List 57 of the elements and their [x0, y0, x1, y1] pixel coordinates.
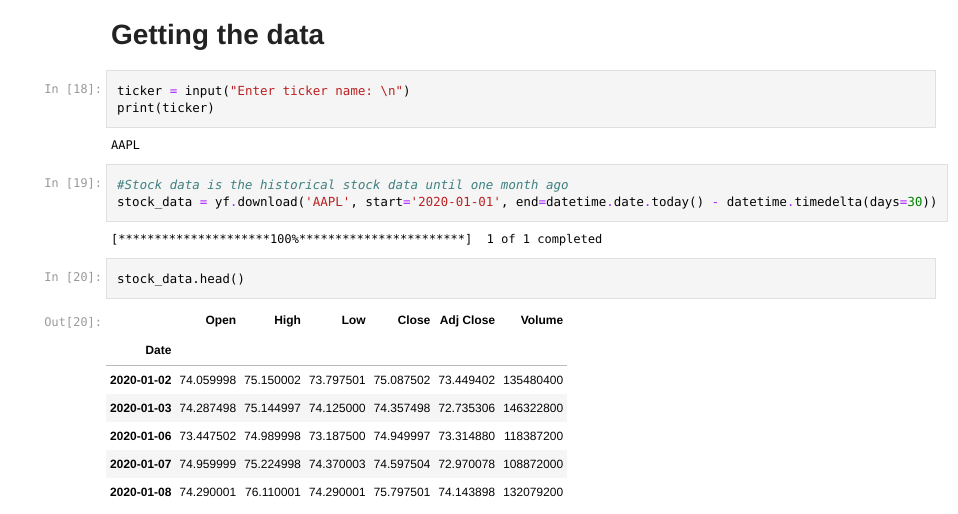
row-index: 2020-01-03 [106, 394, 176, 422]
table-cell: 74.125000 [304, 394, 370, 422]
code-line: stock_data.head() [117, 270, 246, 287]
table-cell: 73.314880 [434, 422, 500, 450]
table-cell: 146322800 [499, 394, 568, 422]
column-header: Adj Close [438, 312, 496, 329]
code-line: stock_data = yf.download('AAPL', start='2020-01-01', end=datetime.date.today() - datetime.timedelta(days=30)) [117, 193, 938, 210]
code-line: print(ticker) [117, 99, 216, 116]
table-cell: 135480400 [499, 366, 568, 394]
output-prompt: Out[20]: [43, 314, 103, 331]
column-header: Volume [520, 312, 564, 329]
table-cell: 74.287498 [175, 394, 240, 422]
table-cell: 72.970078 [434, 450, 500, 478]
table-cell: 74.959999 [175, 450, 240, 478]
table-cell: 75.224998 [240, 450, 305, 478]
row-index: 2020-01-02 [106, 366, 176, 394]
table-cell: 108872000 [499, 450, 568, 478]
table-cell: 118387200 [499, 422, 568, 450]
code-line: ticker = input("Enter ticker name: \n") [117, 82, 412, 99]
table-cell: 75.150002 [240, 366, 305, 394]
column-header: Close [396, 312, 432, 329]
table-cell: 74.357498 [370, 394, 434, 422]
table-cell: 74.370003 [304, 450, 370, 478]
table-cell: 75.087502 [370, 366, 434, 394]
table-cell: 74.143898 [434, 478, 500, 506]
row-index: 2020-01-06 [106, 422, 176, 450]
table-cell: 74.059998 [175, 366, 240, 394]
table-cell: 132079200 [499, 478, 568, 506]
column-header: High [273, 312, 302, 329]
code-cell[interactable]: ticker = input("Enter ticker name: \n") print(ticker) [106, 70, 936, 128]
input-prompt: In [18]: [43, 81, 103, 98]
input-prompt: In [20]: [43, 269, 103, 286]
table-cell: 72.735306 [434, 394, 500, 422]
column-header: Low [340, 312, 367, 329]
code-cell[interactable]: stock_data.head() [106, 258, 936, 299]
table-cell: 74.949997 [370, 422, 434, 450]
table-cell: 75.144997 [240, 394, 305, 422]
code-line: #Stock data is the historical stock data until one month ago [117, 176, 570, 193]
input-prompt: In [19]: [43, 175, 103, 192]
table-cell: 73.447502 [175, 422, 240, 450]
cell-output: AAPL [110, 137, 140, 154]
table-cell: 74.290001 [175, 478, 240, 506]
row-index: 2020-01-08 [106, 478, 176, 506]
table-cell: 74.597504 [370, 450, 434, 478]
table-cell: 74.290001 [304, 478, 370, 506]
column-header: Open [204, 312, 238, 329]
row-index: 2020-01-07 [106, 450, 176, 478]
table-cell: 76.110001 [240, 478, 305, 506]
index-header: Date [106, 335, 176, 366]
table-cell: 73.187500 [304, 422, 370, 450]
cell-output: [*********************100%***********************] 1 of 1 completed [110, 231, 602, 248]
notebook-heading: Getting the data [111, 18, 326, 52]
code-cell[interactable]: #Stock data is the historical stock data until one month ago stock_data = yf.download('AAPL', start='2020-01-01', end=datetime.date.today() - datetime.timedelta(days=30)) [106, 164, 948, 222]
table-cell: 73.797501 [304, 366, 370, 394]
table-cell: 74.989998 [240, 422, 305, 450]
table-cell: 75.797501 [370, 478, 434, 506]
table-cell: 73.449402 [434, 366, 500, 394]
